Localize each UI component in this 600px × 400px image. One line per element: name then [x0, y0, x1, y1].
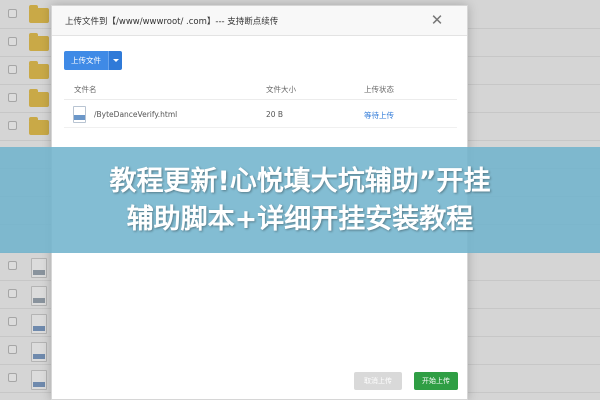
column-header-name: 文件名	[74, 85, 97, 94]
close-icon[interactable]: ✕	[428, 11, 446, 29]
promo-banner: 教程更新!心悦填大坑辅助”开挂 辅助脚本+详细开挂安装教程	[0, 147, 600, 253]
file-name: /ByteDanceVerify.html	[94, 110, 178, 119]
banner-text: 教程更新!心悦填大坑辅助”开挂 辅助脚本+详细开挂安装教程	[0, 163, 600, 239]
file-size: 20 B	[266, 110, 284, 119]
upload-status: 等待上传	[364, 111, 394, 120]
start-upload-button[interactable]: 开始上传	[414, 372, 458, 390]
chevron-down-icon[interactable]	[108, 51, 122, 70]
column-header-status: 上传状态	[364, 85, 394, 94]
cancel-upload-button[interactable]: 取消上传	[354, 372, 402, 390]
dialog-titlebar: 上传文件到【/www/wwwroot/ .com】--- 支持断点续传 ✕	[52, 6, 467, 36]
dialog-title: 上传文件到【/www/wwwroot/ .com】--- 支持断点续传	[65, 17, 279, 27]
upload-file-button[interactable]: 上传文件	[64, 51, 122, 70]
banner-line-2: 辅助脚本+详细开挂安装教程	[126, 204, 474, 235]
column-header-size: 文件大小	[266, 85, 296, 94]
file-table-header: 文件名 文件大小 上传状态	[64, 80, 457, 100]
upload-file-label[interactable]: 上传文件	[64, 51, 108, 70]
table-row: /ByteDanceVerify.html 20 B 等待上传	[64, 102, 457, 128]
html-file-icon	[73, 106, 86, 123]
banner-line-1: 教程更新!心悦填大坑辅助”开挂	[109, 166, 491, 197]
